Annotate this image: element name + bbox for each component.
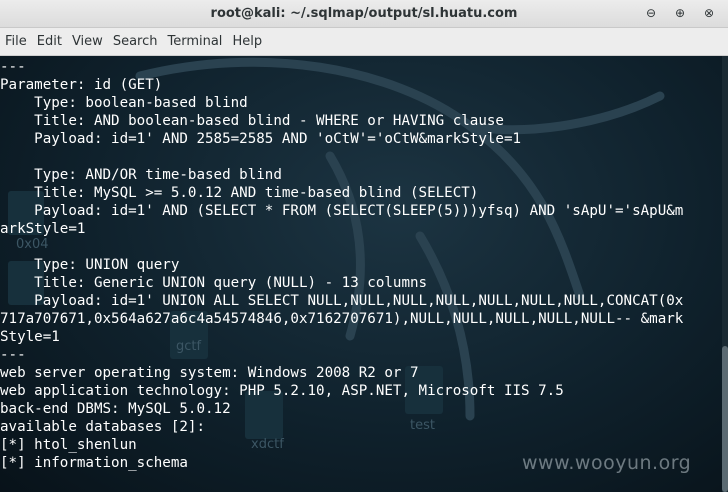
menu-bar: File Edit View Search Terminal Help <box>0 28 728 56</box>
terminal-scrollbar[interactable] <box>722 56 728 492</box>
scrollbar-thumb[interactable] <box>722 346 728 492</box>
output-line: Type: boolean-based blind <box>0 95 248 111</box>
minimize-button[interactable]: ⊖ <box>641 3 661 23</box>
menu-view[interactable]: View <box>67 28 108 55</box>
output-line: Payload: id=1' AND (SELECT * FROM (SELEC… <box>0 203 684 219</box>
terminal-area[interactable]: 0x04 gctf test xdctf --- Parameter: id (… <box>0 56 722 492</box>
maximize-button[interactable]: ⊕ <box>670 3 690 23</box>
output-line: arkStyle=1 <box>0 221 86 237</box>
output-line: Style=1 <box>0 329 60 345</box>
close-button[interactable]: ⊗ <box>699 3 719 23</box>
output-line: Title: Generic UNION query (NULL) - 13 c… <box>0 275 428 291</box>
output-line: 717a707671,0x564a627a6c4a54574846,0x7162… <box>0 311 684 327</box>
output-line: Title: MySQL >= 5.0.12 AND time-based bl… <box>0 185 479 201</box>
menu-file[interactable]: File <box>0 28 32 55</box>
output-line: Payload: id=1' UNION ALL SELECT NULL,NUL… <box>0 293 684 309</box>
menu-edit[interactable]: Edit <box>32 28 67 55</box>
output-line: web server operating system: Windows 200… <box>0 365 419 381</box>
output-line: web application technology: PHP 5.2.10, … <box>0 383 564 399</box>
output-line: --- <box>0 347 26 363</box>
output-line: --- <box>0 59 26 75</box>
menu-help[interactable]: Help <box>227 28 267 55</box>
output-line: back-end DBMS: MySQL 5.0.12 <box>0 401 231 417</box>
output-line: Title: AND boolean-based blind - WHERE o… <box>0 113 504 129</box>
output-line: Parameter: id (GET) <box>0 77 163 93</box>
terminal-window: root@kali: ~/.sqlmap/output/sl.huatu.com… <box>0 0 728 492</box>
output-line: Type: AND/OR time-based blind <box>0 167 282 183</box>
wooyun-watermark: www.wooyun.org <box>522 452 692 474</box>
window-title: root@kali: ~/.sqlmap/output/sl.huatu.com <box>210 6 518 21</box>
title-bar[interactable]: root@kali: ~/.sqlmap/output/sl.huatu.com <box>0 0 728 28</box>
output-line: Payload: id=1' AND 2585=2585 AND 'oCtW'=… <box>0 131 522 147</box>
menu-terminal[interactable]: Terminal <box>162 28 227 55</box>
menu-search[interactable]: Search <box>108 28 163 55</box>
output-line: available databases [2]: <box>0 419 205 435</box>
terminal-output: --- Parameter: id (GET) Type: boolean-ba… <box>0 58 683 472</box>
output-line: Type: UNION query <box>0 257 180 273</box>
